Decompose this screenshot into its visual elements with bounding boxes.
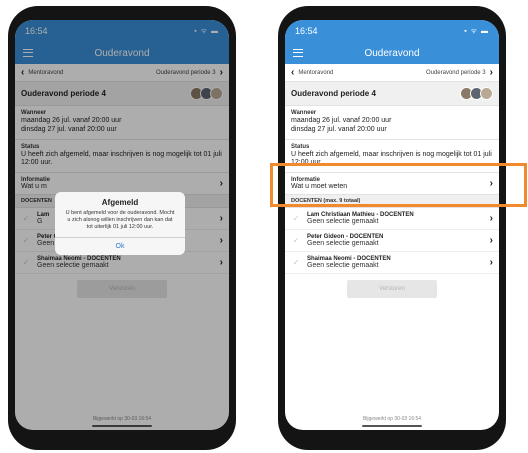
when-block: Wanneer maandag 26 jul. vanaf 20:00 uur … [285, 106, 499, 140]
home-indicator [362, 425, 422, 427]
phone-left: 16:54 ▪ ᯤ ▬ Ouderavond ‹ Mentoravond Oud… [8, 6, 236, 450]
teacher-selection: Geen selectie gemaakt [307, 218, 379, 225]
event-title: Ouderavond periode 4 [291, 89, 376, 98]
next-event-link[interactable]: Ouderavond periode 3 › [426, 67, 493, 78]
status-highlight-box [270, 163, 527, 207]
chevron-right-icon: › [489, 257, 493, 268]
dialog-title: Afgemeld [101, 198, 139, 207]
when-line-2: dinsdag 27 jul. vanaf 20:00 uur [291, 125, 387, 133]
teacher-selection: Geen selectie gemaakt [307, 262, 379, 269]
teacher-row[interactable]: ✓ Peter Gideon - DOCENTEN Geen selectie … [285, 230, 499, 252]
status-bar: 16:54 ▪ ᯤ ▬ [285, 20, 499, 42]
dialog-ok-button[interactable]: Ok [55, 237, 185, 255]
chevron-right-icon: › [489, 67, 493, 78]
status-label: Status [291, 143, 310, 150]
chevron-right-icon: › [489, 213, 493, 224]
status-time: 16:54 [295, 26, 318, 36]
prev-event-link[interactable]: ‹ Mentoravond [291, 67, 333, 78]
chevron-left-icon: ‹ [291, 67, 295, 78]
unsubscribed-dialog: Afgemeld U bent afgemeld voor de ouderav… [55, 192, 185, 256]
when-label: Wanneer [291, 110, 317, 116]
screen-left: 16:54 ▪ ᯤ ▬ Ouderavond ‹ Mentoravond Oud… [15, 20, 229, 430]
teacher-selection: Geen selectie gemaakt [307, 240, 379, 247]
phone-right: 16:54 ▪ ᯤ ▬ Ouderavond ‹ Mentoravond Oud… [278, 6, 506, 450]
check-icon[interactable]: ✓ [285, 258, 307, 267]
chevron-right-icon: › [489, 235, 493, 246]
prev-event-label: Mentoravond [298, 69, 334, 76]
last-updated: Bijgewerkt op 30-03 16:54 [362, 416, 422, 422]
check-icon[interactable]: ✓ [285, 236, 307, 245]
teacher-row[interactable]: ✓ Lam Christiaan Mathieu - DOCENTEN Geen… [285, 208, 499, 230]
next-event-label: Ouderavond periode 3 [425, 69, 486, 76]
app-bar: Ouderavond [285, 42, 499, 64]
teacher-row[interactable]: ✓ Shaimaa Neomi - DOCENTEN Geen selectie… [285, 252, 499, 274]
dialog-message: U bent afgemeld voor de ouderavond. Moch… [65, 210, 175, 231]
avatar-group [460, 87, 493, 100]
when-line-1: maandag 26 jul. vanaf 20:00 uur [291, 117, 392, 124]
screen-right: 16:54 ▪ ᯤ ▬ Ouderavond ‹ Mentoravond Oud… [285, 20, 499, 430]
event-nav: ‹ Mentoravond Ouderavond periode 3 › [285, 64, 499, 82]
status-icons: ▪ ᯤ ▬ [464, 27, 489, 35]
avatar [480, 87, 493, 100]
event-header: Ouderavond periode 4 [285, 82, 499, 106]
app-title: Ouderavond [364, 47, 420, 59]
menu-icon[interactable] [293, 49, 303, 57]
check-icon[interactable]: ✓ [285, 214, 307, 223]
submit-button[interactable]: Versturen [347, 280, 437, 298]
